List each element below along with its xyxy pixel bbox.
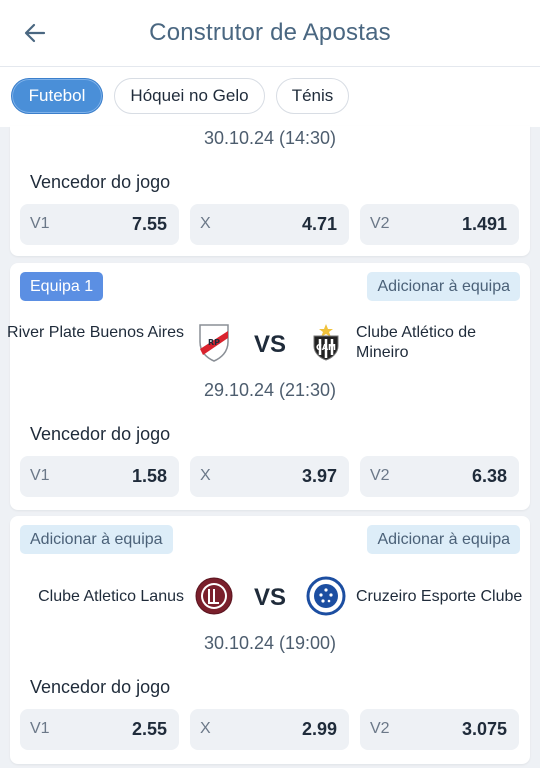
back-button[interactable] (18, 16, 52, 50)
odds-value: 1.58 (131, 466, 167, 486)
odds-label: V1 (30, 467, 50, 484)
odds-label: V1 (30, 215, 50, 232)
vs-label: VS (253, 331, 286, 358)
away-team-name: Clube Atlético de Mineiro (356, 324, 477, 361)
event-card: 30.10.24 (14:30) Vencedor do jogo V1 7.5… (10, 126, 530, 256)
back-arrow-icon (24, 23, 46, 43)
odds-value: 3.075 (461, 719, 507, 739)
odds-button-v2[interactable]: V2 3.075 (360, 709, 519, 750)
event-card: Equipa 1 Adicionar à equipa River Plate … (7, 263, 530, 510)
odds-button-x[interactable]: X 2.99 (190, 709, 349, 750)
odds-button-v2[interactable]: V2 1.491 (360, 204, 519, 245)
odds-button-x[interactable]: X 3.97 (190, 456, 349, 497)
tab-hoquei-no-gelo[interactable]: Hóquei no Gelo (114, 78, 265, 114)
tab-futebol[interactable]: Futebol (11, 78, 103, 114)
odds-value: 6.38 (471, 466, 507, 486)
odds-button-v1[interactable]: V1 2.55 (20, 709, 179, 750)
odds-button-v1[interactable]: V1 1.58 (20, 456, 179, 497)
svg-text:CAM: CAM (316, 343, 336, 352)
odds-label: V2 (370, 215, 390, 232)
odds-label: V2 (370, 720, 390, 737)
odds-value: 3.97 (301, 466, 337, 486)
odds-value: 1.491 (461, 214, 507, 234)
lanus-logo (195, 577, 233, 615)
home-team-name: River Plate Buenos Aires (7, 324, 184, 341)
svg-text:RP: RP (208, 338, 220, 347)
cruzeiro-logo (306, 576, 346, 616)
odds-label: X (200, 720, 211, 737)
odds-label: X (200, 467, 211, 484)
away-team-name: Cruzeiro Esporte Clube (356, 588, 523, 605)
odds-label: V2 (370, 467, 390, 484)
app-header: Construtor de Apostas (0, 0, 540, 66)
add-to-team-button[interactable]: Adicionar à equipa (367, 272, 520, 301)
event-date: 30.10.24 (14:30) (203, 128, 337, 148)
atletico-mineiro-logo: CAM (313, 324, 339, 361)
market-title: Vencedor do jogo (30, 677, 171, 697)
page-title: Construtor de Apostas (149, 19, 391, 46)
odds-button-x[interactable]: X 4.71 (190, 204, 349, 245)
sport-tabs: Futebol Hóquei no Gelo Ténis (0, 66, 540, 127)
tab-tenis[interactable]: Ténis (276, 78, 349, 114)
odds-label: X (200, 215, 211, 232)
odds-value: 4.71 (301, 214, 337, 234)
add-to-team-button[interactable]: Adicionar à equipa (20, 525, 173, 554)
odds-button-v2[interactable]: V2 6.38 (360, 456, 519, 497)
odds-value: 7.55 (131, 214, 167, 234)
team-badge: Equipa 1 (20, 272, 104, 301)
odds-button-v1[interactable]: V1 7.55 (20, 204, 179, 245)
home-team-name: Clube Atletico Lanus (38, 588, 184, 605)
odds-value: 2.99 (301, 719, 337, 739)
odds-value: 2.55 (131, 719, 167, 739)
market-title: Vencedor do jogo (30, 172, 171, 192)
add-to-team-button[interactable]: Adicionar à equipa (367, 525, 520, 554)
odds-label: V1 (30, 720, 50, 737)
vs-label: VS (253, 584, 286, 611)
river-plate-logo: RP (199, 324, 229, 362)
market-title: Vencedor do jogo (30, 424, 171, 444)
event-card: Adicionar à equipa Adicionar à equipa Cl… (10, 516, 530, 764)
event-date: 30.10.24 (19:00) (203, 633, 337, 653)
event-date: 29.10.24 (21:30) (203, 380, 337, 400)
